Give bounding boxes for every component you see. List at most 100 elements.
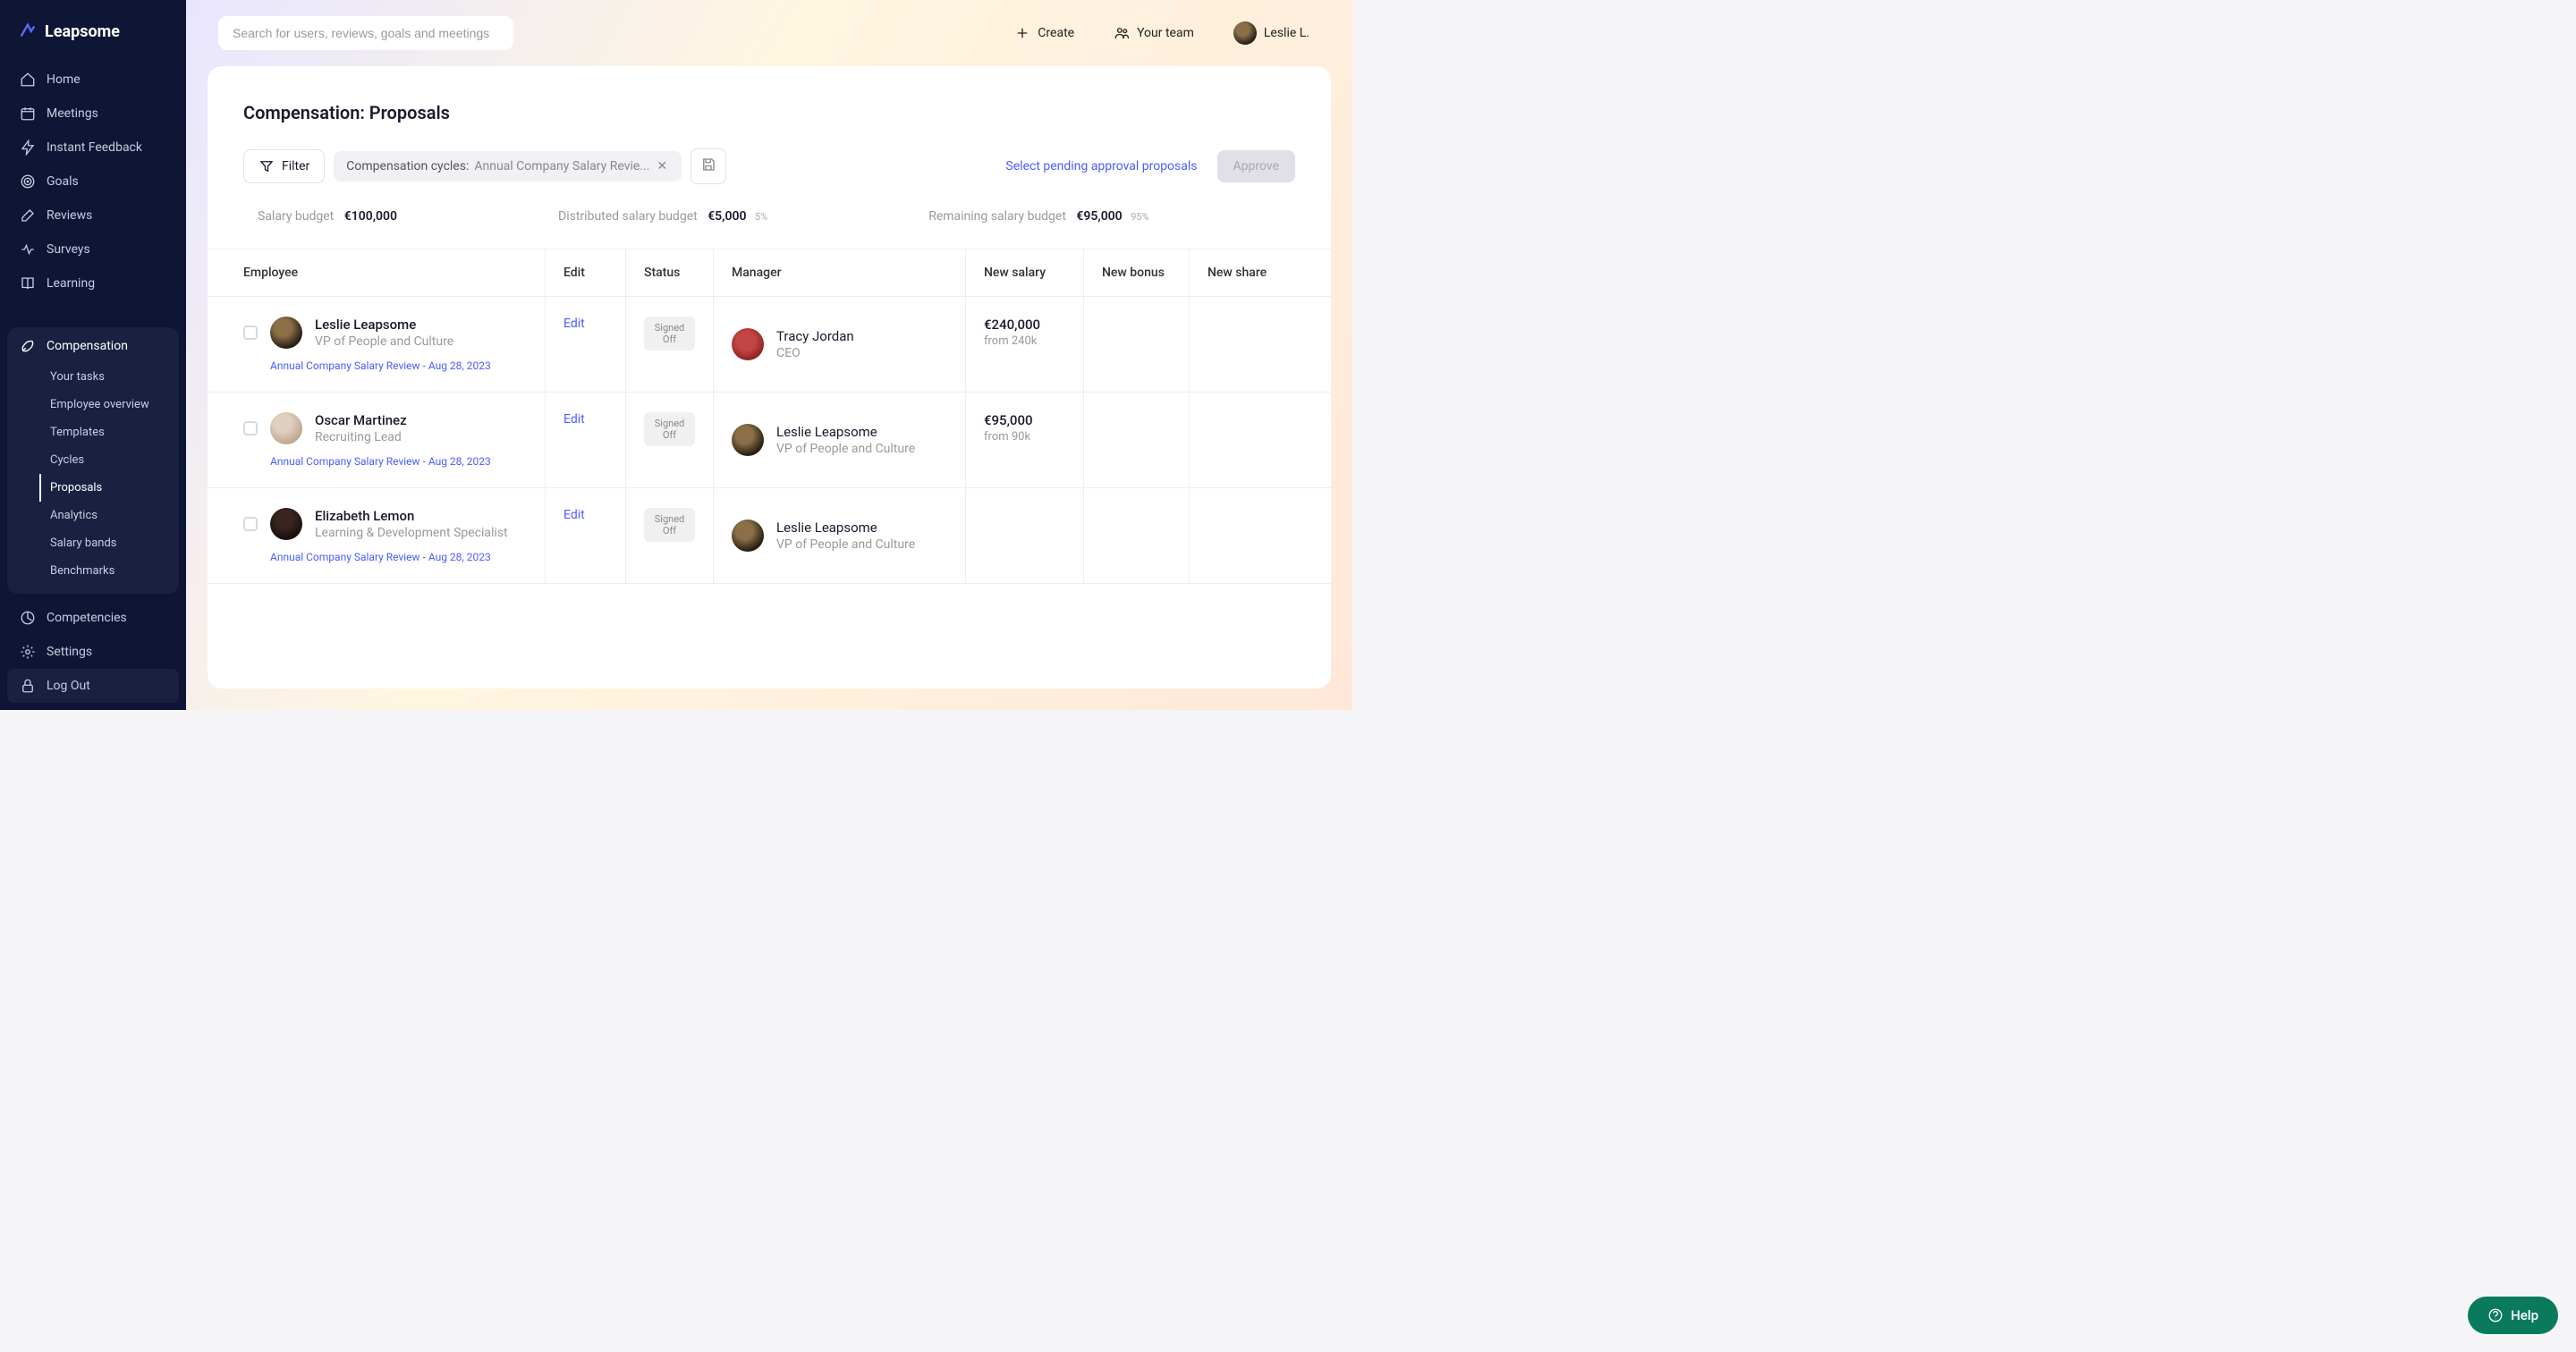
save-icon xyxy=(700,156,716,173)
nav-logout[interactable]: Log Out xyxy=(7,669,179,703)
search-wrapper xyxy=(218,16,513,50)
filter-button[interactable]: Filter xyxy=(243,149,325,183)
book-icon xyxy=(20,275,36,292)
main: Create Your team Leslie L. Compensation:… xyxy=(186,0,1352,710)
employee-avatar-icon xyxy=(270,508,302,540)
manager-avatar-icon xyxy=(732,520,764,552)
col-new-bonus[interactable]: New bonus xyxy=(1084,249,1190,296)
col-manager[interactable]: Manager xyxy=(714,249,966,296)
gear-icon xyxy=(20,644,36,660)
budget-summary: Salary budget €100,000 Distributed salar… xyxy=(208,209,1331,249)
employee-name: Oscar Martinez xyxy=(315,412,407,428)
bonus-cell xyxy=(1084,488,1190,583)
subnav-templates[interactable]: Templates xyxy=(39,418,179,446)
salary-budget: Salary budget €100,000 xyxy=(258,209,397,224)
status-badge: Signed Off xyxy=(644,317,695,351)
plus-icon xyxy=(1014,25,1030,41)
your-team-button[interactable]: Your team xyxy=(1103,18,1205,48)
row-checkbox[interactable] xyxy=(243,421,258,435)
filter-chip-compensation-cycles[interactable]: Compensation cycles: Annual Company Sala… xyxy=(334,151,682,182)
bonus-cell xyxy=(1084,393,1190,487)
employee-avatar-icon xyxy=(270,412,302,444)
content-card: Compensation: Proposals Filter Compensat… xyxy=(208,66,1331,689)
manager-role: VP of People and Culture xyxy=(776,442,915,456)
salary-value: €240,000 xyxy=(984,317,1065,333)
chip-remove-icon[interactable]: ✕ xyxy=(655,159,669,173)
manager-name: Tracy Jordan xyxy=(776,328,854,344)
nav-instant-feedback[interactable]: Instant Feedback xyxy=(7,131,179,165)
bolt-icon xyxy=(20,139,36,156)
nav-home[interactable]: Home xyxy=(7,63,179,97)
nav-settings[interactable]: Settings xyxy=(7,635,179,669)
nav-compensation[interactable]: Compensation xyxy=(7,329,179,363)
subnav-proposals[interactable]: Proposals xyxy=(39,474,179,502)
approve-button[interactable]: Approve xyxy=(1217,150,1295,182)
nav-learning[interactable]: Learning xyxy=(7,266,179,300)
sidebar: Leapsome Home Meetings Instant Feedback … xyxy=(0,0,186,710)
manager-role: CEO xyxy=(776,346,854,360)
help-button[interactable]: Help xyxy=(2468,1297,2558,1334)
search-input[interactable] xyxy=(218,16,513,50)
col-status[interactable]: Status xyxy=(626,249,714,296)
employee-avatar-icon xyxy=(270,317,302,349)
logo-icon xyxy=(18,21,38,41)
nav-meetings[interactable]: Meetings xyxy=(7,97,179,131)
topbar: Create Your team Leslie L. xyxy=(186,0,1352,66)
help-icon xyxy=(2487,1307,2504,1323)
cycle-link[interactable]: Annual Company Salary Review - Aug 28, 2… xyxy=(243,551,527,563)
table-row: Leslie Leapsome VP of People and Culture… xyxy=(208,297,1331,393)
table-header: Employee Edit Status Manager New salary … xyxy=(208,249,1331,297)
edit-link[interactable]: Edit xyxy=(564,412,585,427)
subnav-your-tasks[interactable]: Your tasks xyxy=(39,363,179,391)
employee-role: Learning & Development Specialist xyxy=(315,526,508,540)
cycle-link[interactable]: Annual Company Salary Review - Aug 28, 2… xyxy=(243,455,527,468)
rocket-icon xyxy=(20,338,36,354)
subnav-benchmarks[interactable]: Benchmarks xyxy=(39,557,179,585)
team-icon xyxy=(1114,25,1130,41)
manager-avatar-icon xyxy=(732,328,764,360)
edit-link[interactable]: Edit xyxy=(564,508,585,522)
edit-link[interactable]: Edit xyxy=(564,317,585,331)
page-title: Compensation: Proposals xyxy=(208,102,1331,148)
select-pending-link[interactable]: Select pending approval proposals xyxy=(995,152,1208,181)
subnav-analytics[interactable]: Analytics xyxy=(39,502,179,529)
salary-from: from 90k xyxy=(984,430,1065,444)
radar-icon xyxy=(20,610,36,626)
filter-icon xyxy=(258,158,275,174)
lock-icon xyxy=(20,678,36,694)
subnav-employee-overview[interactable]: Employee overview xyxy=(39,391,179,418)
nav-reviews[interactable]: Reviews xyxy=(7,199,179,232)
subnav-cycles[interactable]: Cycles xyxy=(39,446,179,474)
status-badge: Signed Off xyxy=(644,508,695,542)
home-icon xyxy=(20,72,36,88)
employee-role: VP of People and Culture xyxy=(315,334,453,349)
subnav-salary-bands[interactable]: Salary bands xyxy=(39,529,179,557)
col-edit[interactable]: Edit xyxy=(546,249,626,296)
cycle-link[interactable]: Annual Company Salary Review - Aug 28, 2… xyxy=(243,359,527,372)
table-row: Elizabeth Lemon Learning & Development S… xyxy=(208,488,1331,584)
user-menu[interactable]: Leslie L. xyxy=(1223,14,1320,52)
nav-goals[interactable]: Goals xyxy=(7,165,179,199)
save-filter-button[interactable] xyxy=(691,148,726,184)
employee-role: Recruiting Lead xyxy=(315,430,407,444)
target-icon xyxy=(20,173,36,190)
calendar-icon xyxy=(20,106,36,122)
brand-text: Leapsome xyxy=(45,22,120,41)
manager-name: Leslie Leapsome xyxy=(776,424,915,440)
salary-from: from 240k xyxy=(984,334,1065,348)
row-checkbox[interactable] xyxy=(243,325,258,340)
logo[interactable]: Leapsome xyxy=(0,0,186,63)
remaining-budget: Remaining salary budget €95,000 95% xyxy=(928,209,1148,224)
shares-cell xyxy=(1190,297,1297,392)
col-new-shares[interactable]: New share xyxy=(1190,249,1297,296)
col-employee[interactable]: Employee xyxy=(208,249,546,296)
bonus-cell xyxy=(1084,297,1190,392)
nav-competencies[interactable]: Competencies xyxy=(7,601,179,635)
nav-surveys[interactable]: Surveys xyxy=(7,232,179,266)
activity-icon xyxy=(20,241,36,258)
user-avatar-icon xyxy=(1233,21,1257,45)
col-new-salary[interactable]: New salary xyxy=(966,249,1084,296)
create-button[interactable]: Create xyxy=(1004,18,1085,48)
row-checkbox[interactable] xyxy=(243,517,258,531)
manager-role: VP of People and Culture xyxy=(776,537,915,552)
